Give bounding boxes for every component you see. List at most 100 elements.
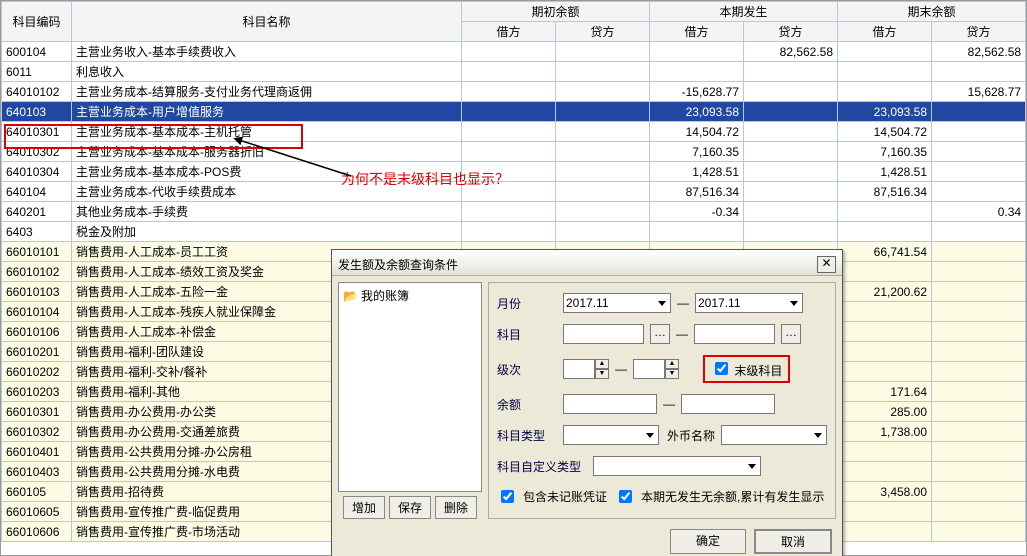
table-row[interactable]: 640201 其他业务成本-手续费-0.340.34 [2, 202, 1026, 222]
cell-name[interactable]: 主营业务成本-结算服务-支付业务代理商返佣 [72, 82, 462, 102]
cell-c3[interactable] [932, 162, 1026, 182]
cell-c3[interactable] [932, 62, 1026, 82]
cell-code[interactable]: 640103 [2, 102, 72, 122]
tree-root[interactable]: 我的账簿 [361, 289, 409, 303]
cell-c3[interactable]: 15,628.77 [932, 82, 1026, 102]
cell-c3[interactable]: 82,562.58 [932, 42, 1026, 62]
cell-c2[interactable] [744, 122, 838, 142]
cell-c3[interactable] [932, 222, 1026, 242]
cell-code[interactable]: 64010302 [2, 142, 72, 162]
cell-c3[interactable] [932, 282, 1026, 302]
cumulative-checkbox[interactable] [619, 490, 632, 503]
table-row[interactable]: 600104 主营业务收入-基本手续费收入82,562.5882,562.58 [2, 42, 1026, 62]
cell-c2[interactable] [744, 142, 838, 162]
col-closing-credit[interactable]: 贷方 [932, 22, 1026, 42]
cell-code[interactable]: 64010301 [2, 122, 72, 142]
col-opening[interactable]: 期初余额 [462, 2, 650, 22]
cell-d1[interactable] [462, 82, 556, 102]
cell-c1[interactable] [556, 102, 650, 122]
currency-select[interactable] [721, 425, 827, 445]
table-row[interactable]: 640103 主营业务成本-用户增值服务23,093.5823,093.58 [2, 102, 1026, 122]
cell-d3[interactable] [838, 322, 932, 342]
table-row[interactable]: 64010301 主营业务成本-基本成本-主机托管 14,504.72 14,504… [2, 122, 1026, 142]
cell-d3[interactable]: 66,741.54 [838, 242, 932, 262]
cell-c3[interactable] [932, 262, 1026, 282]
level-to-stepper[interactable]: ▲▼ [633, 359, 679, 379]
cell-code[interactable]: 6403 [2, 222, 72, 242]
table-row[interactable]: 6011利息收入 [2, 62, 1026, 82]
cell-c2[interactable] [744, 222, 838, 242]
cell-c3[interactable] [932, 482, 1026, 502]
cell-d2[interactable] [650, 62, 744, 82]
cell-d3[interactable]: 1,738.00 [838, 422, 932, 442]
cell-c3[interactable] [932, 182, 1026, 202]
cancel-button[interactable]: 取消 [754, 529, 832, 554]
balance-to-input[interactable] [681, 394, 775, 414]
col-closing[interactable]: 期末余额 [838, 2, 1026, 22]
cell-code[interactable]: 64010102 [2, 82, 72, 102]
cell-c2[interactable] [744, 202, 838, 222]
col-name[interactable]: 科目名称 [72, 2, 462, 42]
cell-c2[interactable] [744, 162, 838, 182]
cell-d2[interactable]: 87,516.34 [650, 182, 744, 202]
chevron-up-icon[interactable]: ▲ [665, 359, 679, 369]
cell-d2[interactable]: -0.34 [650, 202, 744, 222]
cell-d3[interactable] [838, 362, 932, 382]
cell-c1[interactable] [556, 222, 650, 242]
cell-d2[interactable]: 1,428.51 [650, 162, 744, 182]
account-from-input[interactable] [563, 324, 644, 344]
cell-code[interactable]: 66010201 [2, 342, 72, 362]
cell-d3[interactable] [838, 202, 932, 222]
cell-d3[interactable]: 171.64 [838, 382, 932, 402]
col-opening-credit[interactable]: 贷方 [556, 22, 650, 42]
chevron-up-icon[interactable]: ▲ [595, 359, 609, 369]
cell-c1[interactable] [556, 142, 650, 162]
delete-button[interactable]: 删除 [435, 496, 477, 519]
cell-d2[interactable]: 23,093.58 [650, 102, 744, 122]
dialog-titlebar[interactable]: 发生额及余额查询条件 ✕ [332, 250, 842, 276]
cell-name[interactable]: 主营业务成本-用户增值服务 [72, 102, 462, 122]
cell-d3[interactable]: 7,160.35 [838, 142, 932, 162]
cell-c3[interactable] [932, 242, 1026, 262]
ok-button[interactable]: 确定 [670, 529, 746, 554]
col-current-debit[interactable]: 借方 [650, 22, 744, 42]
cell-code[interactable]: 66010103 [2, 282, 72, 302]
cell-c1[interactable] [556, 162, 650, 182]
account-to-lookup[interactable]: … [781, 324, 801, 344]
cell-code[interactable]: 66010101 [2, 242, 72, 262]
cell-c3[interactable] [932, 422, 1026, 442]
unposted-checkbox[interactable] [501, 490, 514, 503]
cell-c3[interactable] [932, 382, 1026, 402]
table-row[interactable]: 64010304 主营业务成本-基本成本-POS费1,428.511,428.5… [2, 162, 1026, 182]
table-row[interactable]: 64010102 主营业务成本-结算服务-支付业务代理商返佣-15,628.77… [2, 82, 1026, 102]
cell-d1[interactable] [462, 142, 556, 162]
cell-code[interactable]: 66010106 [2, 322, 72, 342]
cell-c3[interactable] [932, 102, 1026, 122]
chevron-down-icon[interactable]: ▼ [665, 369, 679, 379]
cell-d3[interactable] [838, 222, 932, 242]
cell-code[interactable]: 660105 [2, 482, 72, 502]
cell-d3[interactable]: 14,504.72 [838, 122, 932, 142]
cell-d1[interactable] [462, 202, 556, 222]
cell-name[interactable]: 主营业务成本-基本成本-主机托管 [72, 122, 462, 142]
cell-d1[interactable] [462, 122, 556, 142]
cell-c3[interactable] [932, 122, 1026, 142]
level-from-stepper[interactable]: ▲▼ [563, 359, 609, 379]
cell-code[interactable]: 66010403 [2, 462, 72, 482]
cell-code[interactable]: 66010202 [2, 362, 72, 382]
col-current[interactable]: 本期发生 [650, 2, 838, 22]
cell-c1[interactable] [556, 62, 650, 82]
custom-type-select[interactable] [593, 456, 761, 476]
account-to-input[interactable] [694, 324, 775, 344]
table-row[interactable]: 64010302 主营业务成本-基本成本-服务器折旧7,160.357,160.… [2, 142, 1026, 162]
cell-code[interactable]: 640201 [2, 202, 72, 222]
cell-d3[interactable]: 87,516.34 [838, 182, 932, 202]
cell-code[interactable]: 600104 [2, 42, 72, 62]
balance-from-input[interactable] [563, 394, 657, 414]
save-button[interactable]: 保存 [389, 496, 431, 519]
cell-c2[interactable] [744, 82, 838, 102]
cell-d3[interactable] [838, 442, 932, 462]
cell-d2[interactable]: 14,504.72 [650, 122, 744, 142]
cell-d3[interactable] [838, 502, 932, 522]
col-current-credit[interactable]: 贷方 [744, 22, 838, 42]
